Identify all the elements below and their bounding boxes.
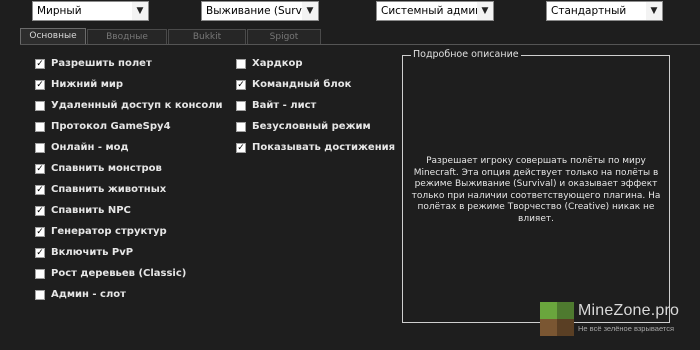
tab-spigot[interactable]: Spigot	[247, 29, 321, 44]
op-level-value: Системный админ	[381, 5, 483, 17]
option-label: Вайт - лист	[252, 100, 317, 111]
checkbox[interactable]: ✓	[236, 143, 246, 153]
option-label: Рост деревьев (Classic)	[51, 268, 187, 279]
option-label: Безусловный режим	[252, 121, 371, 132]
op-level-dropdown[interactable]: Системный админ ▼	[376, 1, 494, 21]
option-label: Командный блок	[252, 79, 352, 90]
option-label: Удаленный доступ к консоли	[51, 100, 223, 111]
chevron-down-icon[interactable]: ▼	[646, 2, 662, 20]
watermark-brand: MineZone.pro	[578, 302, 680, 319]
chevron-down-icon[interactable]: ▼	[302, 2, 318, 20]
world-type-value: Стандартный	[551, 5, 627, 17]
checkbox[interactable]	[35, 269, 45, 279]
description-legend: Подробное описание	[411, 49, 521, 61]
watermark-tagline: Не всё зелёное взрывается	[578, 324, 675, 333]
checkbox[interactable]	[236, 101, 246, 111]
checkbox[interactable]: ✓	[35, 206, 45, 216]
checkbox[interactable]	[35, 290, 45, 300]
option-label: Спавнить животных	[51, 184, 167, 195]
tab-panel-border	[20, 44, 700, 45]
difficulty-dropdown[interactable]: Мирный ▼	[32, 1, 149, 21]
tab-basic[interactable]: Основные	[20, 28, 86, 45]
checkbox[interactable]: ✓	[35, 59, 45, 69]
option-label: Онлайн - мод	[51, 142, 129, 153]
tab-bukkit[interactable]: Bukkit	[168, 29, 246, 44]
option-label: Протокол GameSpy4	[51, 121, 171, 132]
gamemode-dropdown[interactable]: Выживание (Survival ▼	[201, 1, 319, 21]
checkbox[interactable]	[35, 143, 45, 153]
description-groupbox: Подробное описание Разрешает игроку сове…	[402, 49, 670, 323]
checkbox[interactable]	[35, 101, 45, 111]
option-label: Хардкор	[252, 58, 303, 69]
checkbox[interactable]: ✓	[236, 80, 246, 90]
checkbox[interactable]	[236, 122, 246, 132]
checkbox[interactable]: ✓	[35, 185, 45, 195]
checkbox[interactable]: ✓	[35, 248, 45, 258]
difficulty-value: Мирный	[37, 5, 82, 17]
checkbox[interactable]: ✓	[35, 227, 45, 237]
chevron-down-icon[interactable]: ▼	[477, 2, 493, 20]
option-label: Включить PvP	[51, 247, 134, 258]
minezone-logo-icon	[540, 302, 574, 336]
checkbox[interactable]	[236, 59, 246, 69]
tab-input[interactable]: Вводные	[87, 29, 167, 44]
option-label: Разрешить полет	[51, 58, 152, 69]
world-type-dropdown[interactable]: Стандартный ▼	[546, 1, 663, 21]
option-label: Спавнить монстров	[51, 163, 162, 174]
option-label: Спавнить NPC	[51, 205, 131, 216]
option-label: Нижний мир	[51, 79, 124, 90]
watermark: MineZone.pro Не всё зелёное взрывается	[540, 300, 700, 350]
chevron-down-icon[interactable]: ▼	[132, 2, 148, 20]
option-label: Админ - слот	[51, 289, 126, 300]
description-text: Разрешает игроку совершать полёты по мир…	[411, 156, 661, 224]
option-label: Генератор структур	[51, 226, 167, 237]
option-label: Показывать достижения	[252, 142, 396, 153]
checkbox[interactable]	[35, 122, 45, 132]
checkbox[interactable]: ✓	[35, 164, 45, 174]
checkbox[interactable]: ✓	[35, 80, 45, 90]
